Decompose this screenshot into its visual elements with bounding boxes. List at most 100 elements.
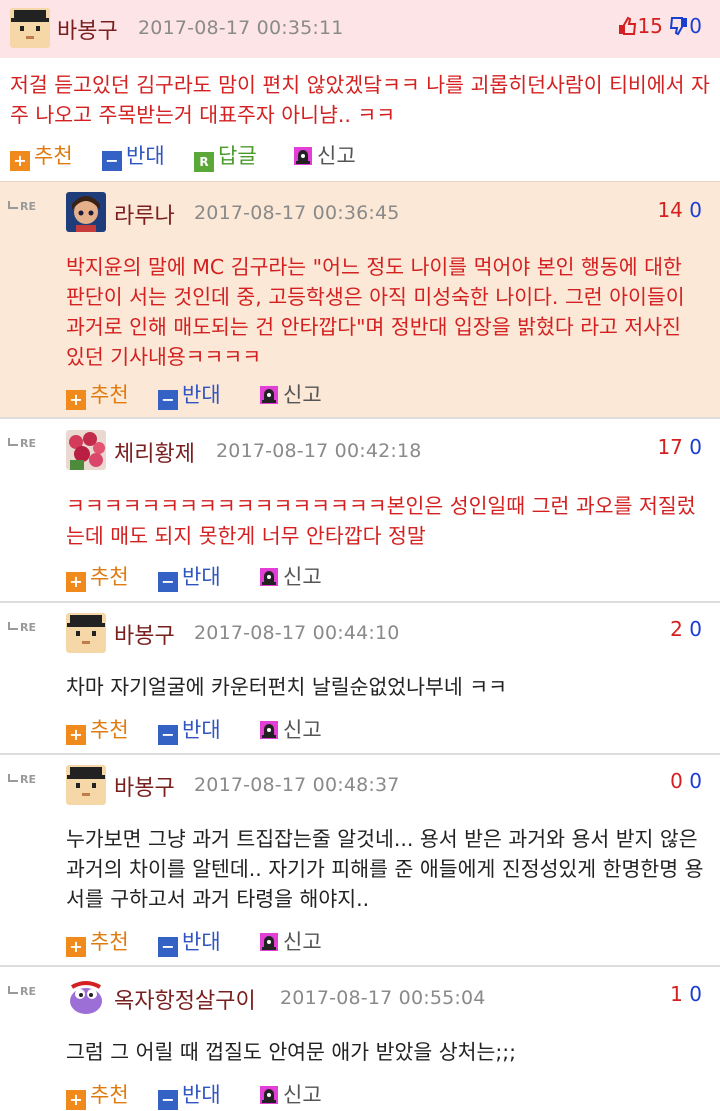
reply-marker: RE [8,773,36,786]
report-button[interactable]: 신고 [259,1082,322,1108]
reply-arrow-icon [8,774,18,782]
siren-icon [259,385,279,405]
downvote-count: 0 [689,769,702,793]
reply-marker: RE [8,200,36,213]
minus-icon: − [158,390,178,410]
recommend-button[interactable]: + 추천 [10,143,73,171]
comment-author[interactable]: 바봉구 [114,770,175,802]
recommend-button[interactable]: + 추천 [66,564,129,592]
upvote-count: 15 [637,14,663,38]
reply-arrow-icon [8,201,18,209]
report-button[interactable]: 신고 [259,717,322,743]
oppose-button[interactable]: − 반대 [158,929,221,957]
upvote-count: 0 [670,769,683,793]
plus-icon: + [66,937,86,957]
plus-icon: + [66,1090,86,1110]
minus-icon: − [158,572,178,592]
recommend-button[interactable]: + 추천 [66,1082,129,1110]
siren-icon [259,720,279,740]
downvote-count: 0 [689,435,702,459]
comment-author[interactable]: 체리황제 [114,436,195,468]
upvote-count: 1 [670,982,683,1006]
plus-icon: + [66,725,86,745]
comment-date: 2017-08-17 00:35:11 [138,17,344,39]
oppose-button[interactable]: − 반대 [158,382,221,410]
recommend-button[interactable]: + 추천 [66,717,129,745]
reply-arrow-icon [8,986,18,994]
reply-marker: RE [8,437,36,450]
reply-arrow-icon [8,438,18,446]
reply-marker: RE [8,985,36,998]
minus-icon: − [158,1090,178,1110]
vote-counts: 17 0 [657,435,702,459]
comment-actions: + 추천 − 반대 신고 [66,929,666,957]
recommend-button[interactable]: + 추천 [66,929,129,957]
siren-icon [293,146,313,166]
comment-item: RE 바봉구 2017-08-17 00:48:37 0 0 누가보면 그냥 과… [0,753,720,965]
report-button[interactable]: 신고 [259,929,322,955]
avatar[interactable] [10,8,50,48]
plus-icon: + [10,151,30,171]
vote-counts: 14 0 [657,198,702,222]
avatar[interactable] [66,977,106,1017]
comment-actions: + 추천 − 반대 신고 [66,1082,666,1110]
siren-icon [259,932,279,952]
downvote-count: 0 [689,982,702,1006]
upvote-count: 14 [657,198,683,222]
minus-icon: − [158,725,178,745]
comment-text: 그럼 그 어릴 때 껍질도 안여문 애가 받았을 상처는;;; [66,1040,517,1064]
vote-counts: 2 0 [670,617,702,641]
comment-text: 박지윤의 말에 MC 김구라는 "어느 정도 나이를 먹어야 본인 행동에 대한… [66,255,685,369]
vote-counts: 15 0 [617,14,702,38]
comment-author[interactable]: 바봉구 [114,618,175,650]
comment-actions: + 추천 − 반대 R 답글 신고 [10,143,710,172]
oppose-button[interactable]: − 반대 [158,564,221,592]
avatar[interactable] [66,430,106,470]
siren-icon [259,1085,279,1105]
plus-icon: + [66,390,86,410]
upvote-count: 17 [657,435,683,459]
comment-author[interactable]: 라루나 [114,198,175,230]
reply-marker: RE [8,621,36,634]
comment-author[interactable]: 옥자항정살구이 [114,983,256,1015]
report-button[interactable]: 신고 [293,143,356,169]
report-button[interactable]: 신고 [259,382,322,408]
comment-text: 차마 자기얼굴에 카운터펀치 날릴순없었나부네 ㅋㅋ [66,675,507,699]
comment-date: 2017-08-17 00:48:37 [194,774,400,796]
downvote-count: 0 [689,14,702,38]
minus-icon: − [158,937,178,957]
reply-arrow-icon [8,622,18,630]
reply-button[interactable]: R 답글 [194,143,257,172]
comment-date: 2017-08-17 00:55:04 [280,987,486,1009]
vote-counts: 1 0 [670,982,702,1006]
comment-item: RE 바봉구 2017-08-17 00:44:10 2 0 차마 자기얼굴에 … [0,601,720,753]
downvote-count: 0 [689,617,702,641]
avatar[interactable] [66,765,106,805]
report-button[interactable]: 신고 [259,564,322,590]
comment-date: 2017-08-17 00:44:10 [194,622,400,644]
comment-text: ㅋㅋㅋㅋㅋㅋㅋㅋㅋㅋㅋㅋㅋㅋㅋㅋㅋ본인은 성인일때 그런 과오를 저질렀는데 매… [66,494,696,548]
vote-counts: 0 0 [670,769,702,793]
minus-icon: − [102,151,122,171]
siren-icon [259,567,279,587]
oppose-button[interactable]: − 반대 [102,143,165,171]
avatar[interactable] [66,613,106,653]
plus-icon: + [66,572,86,592]
comment-actions: + 추천 − 반대 신고 [66,382,666,410]
comment-date: 2017-08-17 00:42:18 [216,440,422,462]
recommend-button[interactable]: + 추천 [66,382,129,410]
thumbs-down-icon[interactable] [669,16,689,36]
downvote-count: 0 [689,198,702,222]
comment-actions: + 추천 − 반대 신고 [66,717,666,745]
thumbs-up-icon[interactable] [617,16,637,36]
comment-item: RE 옥자항정살구이 2017-08-17 00:55:04 1 0 그럼 그 … [0,965,720,1111]
comment-text: 저걸 듣고있던 김구라도 맘이 편치 않았겠닼ㅋㅋ 나를 괴롭히던사람이 티비에… [10,73,710,127]
comment-item: RE 체리황제 2017-08-17 00:42:18 17 0 ㅋㅋㅋㅋㅋㅋㅋ… [0,417,720,601]
reply-icon: R [194,152,214,172]
comment-actions: + 추천 − 반대 신고 [66,564,666,592]
oppose-button[interactable]: − 반대 [158,717,221,745]
comment-text: 누가보면 그냥 과거 트집잡는줄 알것네... 용서 받은 과거와 용서 받지 … [66,827,704,911]
oppose-button[interactable]: − 반대 [158,1082,221,1110]
comment-author[interactable]: 바봉구 [57,13,118,45]
avatar[interactable] [66,192,106,232]
